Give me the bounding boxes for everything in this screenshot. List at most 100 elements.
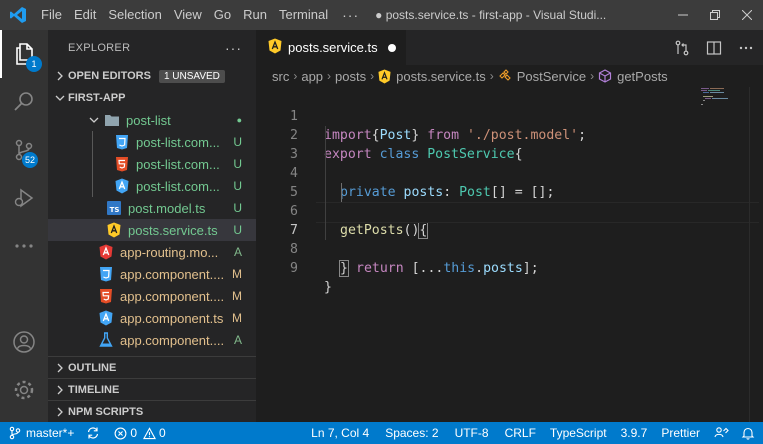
tree-item-status: U [233, 179, 242, 193]
encoding-status[interactable]: UTF-8 [445, 422, 495, 444]
code-line: 4 [256, 145, 763, 181]
tree-file-post-model[interactable]: TS post.model.ts U [48, 197, 256, 219]
error-icon [114, 427, 127, 439]
project-section[interactable]: FIRST-APP [48, 87, 256, 109]
html-file-icon [114, 156, 130, 172]
tree-file-post-list-spec[interactable]: post-list.com... U [48, 175, 256, 197]
tree-file-app-component-spec[interactable]: app.component.... A [48, 329, 256, 351]
code-line: 1 import{Post} from './post.model'; [256, 88, 763, 143]
timeline-section[interactable]: TIMELINE [48, 378, 256, 400]
breadcrumb-file[interactable]: posts.service.ts [396, 69, 486, 84]
code-line: 9 } [256, 240, 763, 295]
menu-go[interactable]: Go [208, 0, 237, 30]
folder-icon [104, 112, 120, 128]
eol-label: CRLF [504, 426, 536, 440]
method-symbol-icon [598, 69, 612, 83]
accounts-button[interactable] [0, 318, 48, 366]
tree-item-name: app.component.... [120, 288, 225, 304]
breadcrumb-class[interactable]: PostService [517, 69, 586, 84]
tree-item-name: post-list [126, 112, 171, 128]
minimize-button[interactable] [667, 0, 699, 30]
notifications-button[interactable] [735, 422, 763, 444]
editor-more-button[interactable] [733, 35, 759, 61]
explorer-activity-button[interactable]: 1 [0, 30, 48, 78]
open-editors-label: OPEN EDITORS [68, 70, 151, 82]
menu-view[interactable]: View [168, 0, 208, 30]
tree-item-status: M [232, 289, 242, 303]
compare-changes-icon [675, 40, 689, 55]
class-symbol-icon [498, 69, 512, 83]
minimap[interactable] [699, 87, 749, 127]
menu-run[interactable]: Run [237, 0, 273, 30]
menu-more-button[interactable]: ··· [334, 7, 367, 23]
open-changes-button[interactable] [669, 35, 695, 61]
breadcrumb-posts[interactable]: posts [335, 69, 366, 84]
css-file-icon [98, 266, 114, 282]
angular-file-icon [98, 310, 114, 326]
branch-status[interactable]: master*+ [0, 422, 80, 444]
menu-file[interactable]: File [35, 0, 68, 30]
tree-file-app-component-css[interactable]: app.component.... M [48, 263, 256, 285]
problems-status[interactable]: 0 0 [106, 422, 171, 444]
tree-item-name: app-routing.mo... [120, 244, 219, 260]
tree-file-post-list-html[interactable]: post-list.com... U [48, 153, 256, 175]
tree-item-status: M [232, 267, 242, 281]
breadcrumb-app[interactable]: app [301, 69, 323, 84]
breadcrumb-method[interactable]: getPosts [617, 69, 668, 84]
css-file-icon [114, 134, 130, 150]
ellipsis-icon [739, 46, 753, 49]
chevron-right-icon [52, 385, 68, 395]
extensions-more-button[interactable] [0, 222, 48, 270]
sync-button[interactable] [80, 422, 106, 444]
tree-folder-post-list[interactable]: post-list ● [48, 109, 256, 131]
tree-file-post-list-css[interactable]: post-list.com... U [48, 131, 256, 153]
ts-version[interactable]: 3.9.7 [613, 422, 654, 444]
manage-button[interactable] [0, 366, 48, 414]
vertical-scrollbar[interactable] [749, 87, 763, 422]
timeline-label: TIMELINE [68, 383, 120, 396]
outline-section[interactable]: OUTLINE [48, 356, 256, 378]
cursor-position[interactable]: Ln 7, Col 4 [305, 422, 375, 444]
indent-guide [325, 164, 326, 183]
run-debug-activity-button[interactable] [0, 174, 48, 222]
minimize-icon [678, 14, 688, 16]
tree-item-name: posts.service.ts [128, 222, 218, 238]
menu-selection[interactable]: Selection [102, 0, 167, 30]
indent-guide [325, 202, 326, 221]
tree-file-app-routing[interactable]: app-routing.mo... A [48, 241, 256, 263]
language-mode[interactable]: TypeScript [542, 422, 613, 444]
tree-item-status: A [233, 245, 242, 259]
npm-scripts-label: NPM SCRIPTS [68, 405, 144, 418]
prettier-status[interactable]: Prettier [653, 422, 706, 444]
source-control-activity-button[interactable]: 52 [0, 126, 48, 174]
split-editor-button[interactable] [701, 35, 727, 61]
close-window-button[interactable] [731, 0, 763, 30]
restore-button[interactable] [699, 0, 731, 30]
tree-file-app-component-ts[interactable]: app.component.ts M [48, 307, 256, 329]
git-branch-icon [9, 426, 21, 440]
indentation-status[interactable]: Spaces: 2 [375, 422, 444, 444]
chevron-right-icon [52, 407, 68, 417]
menu-edit[interactable]: Edit [68, 0, 102, 30]
tree-item-name: post-list.com... [136, 134, 220, 150]
tree-item-name: app.component.... [120, 266, 225, 282]
indentation-label: Spaces: 2 [385, 426, 439, 440]
indent-guide [325, 126, 326, 145]
explorer-title: EXPLORER [68, 41, 131, 54]
eol-status[interactable]: CRLF [495, 422, 542, 444]
open-editors-section[interactable]: OPEN EDITORS 1 UNSAVED [48, 65, 256, 87]
npm-scripts-section[interactable]: NPM SCRIPTS [48, 400, 256, 422]
live-share-button[interactable] [706, 422, 735, 444]
search-activity-button[interactable] [0, 78, 48, 126]
breadcrumb-src[interactable]: src [272, 69, 289, 84]
angular-file-icon [114, 178, 130, 194]
tree-file-app-component-html[interactable]: app.component.... M [48, 285, 256, 307]
tab-posts-service[interactable]: posts.service.ts [256, 30, 406, 65]
menu-terminal[interactable]: Terminal [273, 0, 334, 30]
code-editor[interactable]: 1 import{Post} from './post.model'; 2 ex… [256, 87, 763, 422]
explorer-more-button[interactable]: ··· [225, 40, 242, 56]
indent-guide [325, 145, 326, 164]
tree-file-posts-service[interactable]: posts.service.ts U [48, 219, 256, 241]
code-line: 3 private posts: Post[] = []; [256, 126, 763, 200]
unsaved-dot-icon[interactable] [387, 43, 396, 52]
